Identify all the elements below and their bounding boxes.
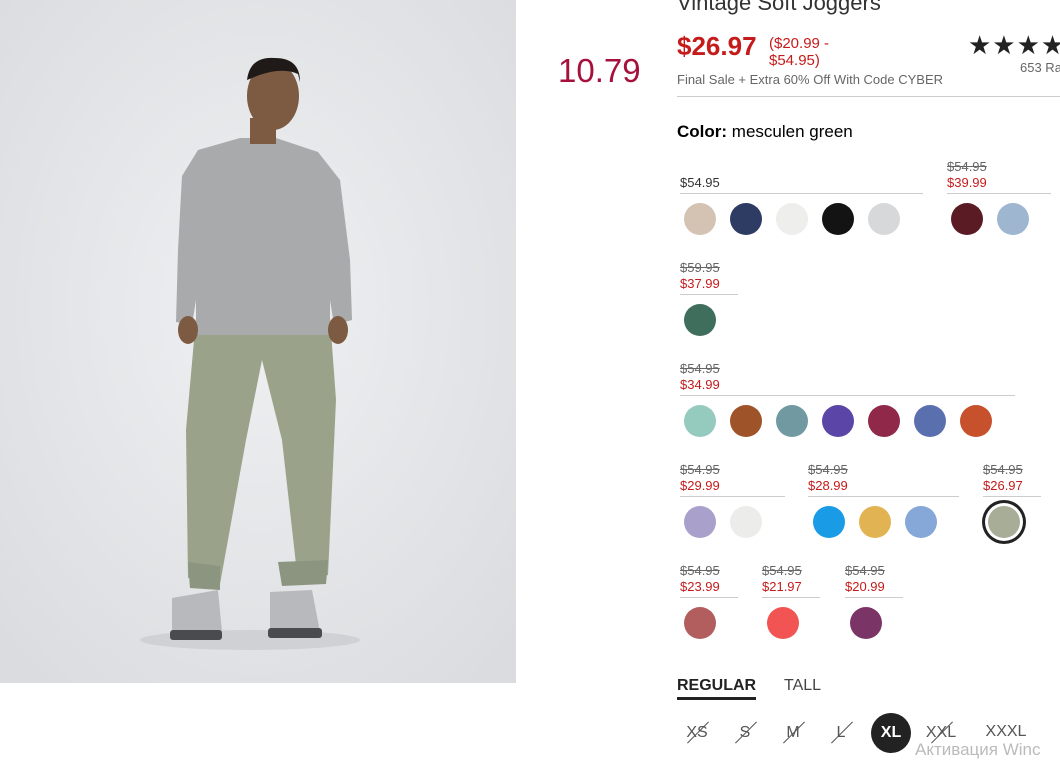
color-swatch[interactable] xyxy=(822,405,854,437)
group-divider xyxy=(808,496,959,497)
divider xyxy=(677,96,1060,97)
color-swatch[interactable] xyxy=(822,203,854,235)
price-group: $54.95 $23.99 xyxy=(680,563,738,598)
group-sale-price: $37.99 xyxy=(680,276,720,291)
os-watermark: Активация Winc xyxy=(915,740,1041,759)
price-group: $54.95 $39.99 xyxy=(947,159,1051,194)
group-divider xyxy=(947,193,1051,194)
group-sale-price: $28.99 xyxy=(808,478,848,493)
price-group: $54.95 $26.97 xyxy=(983,462,1041,497)
color-swatch[interactable] xyxy=(960,405,992,437)
rating-stars-icon[interactable]: ★★★★ xyxy=(968,30,1060,61)
tab-tall[interactable]: TALL xyxy=(784,677,821,695)
group-divider xyxy=(680,597,738,598)
color-swatch[interactable] xyxy=(850,607,882,639)
group-sale-price: $20.99 xyxy=(845,579,885,594)
price-range-line2: $54.95) xyxy=(769,52,820,69)
tab-regular[interactable]: REGULAR xyxy=(677,677,757,700)
color-swatch[interactable] xyxy=(813,506,845,538)
color-swatch[interactable] xyxy=(868,405,900,437)
color-swatch[interactable] xyxy=(730,203,762,235)
promo-text: Final Sale + Extra 60% Off With Code CYB… xyxy=(677,72,944,87)
product-image[interactable] xyxy=(0,0,516,683)
size-l[interactable]: L xyxy=(821,713,861,753)
price-group: $59.95 $37.99 xyxy=(680,260,738,295)
color-swatch[interactable] xyxy=(684,304,716,336)
overlay-price: 10.79 xyxy=(558,52,641,89)
color-swatch[interactable] xyxy=(776,405,808,437)
group-was-price: $54.95 xyxy=(680,563,720,578)
price-range-line1: ($20.99 - xyxy=(769,35,830,52)
color-swatch[interactable] xyxy=(905,506,937,538)
color-swatch[interactable] xyxy=(684,405,716,437)
color-swatch[interactable] xyxy=(859,506,891,538)
color-swatch[interactable] xyxy=(684,203,716,235)
price-group: $54.95 $29.99 xyxy=(680,462,785,497)
price-range: ($20.99 - $54.95) xyxy=(769,35,859,69)
group-was-price: $54.95 xyxy=(680,361,720,376)
group-divider xyxy=(983,496,1041,497)
color-swatch[interactable] xyxy=(730,405,762,437)
price-group: $54.95 $34.99 xyxy=(680,361,1015,396)
group-was-price: $54.95 xyxy=(947,159,987,174)
color-swatch[interactable] xyxy=(767,607,799,639)
group-divider xyxy=(680,395,1015,396)
group-sale-price: $23.99 xyxy=(680,579,720,594)
group-was-price: $54.95 xyxy=(983,462,1023,477)
color-swatch[interactable] xyxy=(684,506,716,538)
color-label-key: Color: xyxy=(677,122,728,141)
group-divider xyxy=(762,597,820,598)
group-was-price: $54.95 xyxy=(680,462,720,477)
group-sale-price: $39.99 xyxy=(947,175,987,190)
price-group: $54.95 xyxy=(680,175,923,194)
sale-price: $26.97 xyxy=(677,31,757,61)
color-swatch[interactable] xyxy=(684,607,716,639)
price-group: $54.95 $20.99 xyxy=(845,563,903,598)
group-was-price: $54.95 xyxy=(808,462,848,477)
color-swatch[interactable] xyxy=(914,405,946,437)
color-swatch[interactable] xyxy=(997,203,1029,235)
selected-color-name: mesculen green xyxy=(731,122,853,141)
group-was-price: $54.95 xyxy=(845,563,885,578)
size-xl[interactable]: XL xyxy=(871,713,911,753)
color-swatch[interactable] xyxy=(951,203,983,235)
size-m[interactable]: M xyxy=(773,713,813,753)
color-swatch[interactable] xyxy=(776,203,808,235)
group-divider xyxy=(680,193,923,194)
price-group: $54.95 $28.99 xyxy=(808,462,959,497)
group-sale-price: $34.99 xyxy=(680,377,720,392)
group-was-price: $54.95 xyxy=(762,563,802,578)
group-divider xyxy=(845,597,903,598)
model-illustration xyxy=(0,0,516,683)
color-swatch[interactable] xyxy=(868,203,900,235)
size-xs[interactable]: XS xyxy=(677,713,717,753)
size-s[interactable]: S xyxy=(725,713,765,753)
ratings-count[interactable]: 653 Ra xyxy=(1020,60,1060,75)
color-swatch[interactable] xyxy=(730,506,762,538)
group-sale-price: $26.97 xyxy=(983,478,1023,493)
group-sale-price: $21.97 xyxy=(762,579,802,594)
group-divider xyxy=(680,496,785,497)
product-title: Vintage Soft Joggers xyxy=(677,0,881,15)
group-divider xyxy=(680,294,738,295)
group-sale-price: $29.99 xyxy=(680,478,720,493)
group-price: $54.95 xyxy=(680,175,720,190)
color-label: Color: mesculen green xyxy=(677,122,853,142)
group-was-price: $59.95 xyxy=(680,260,720,275)
color-swatch-selected[interactable] xyxy=(988,506,1020,538)
price-group: $54.95 $21.97 xyxy=(762,563,820,598)
